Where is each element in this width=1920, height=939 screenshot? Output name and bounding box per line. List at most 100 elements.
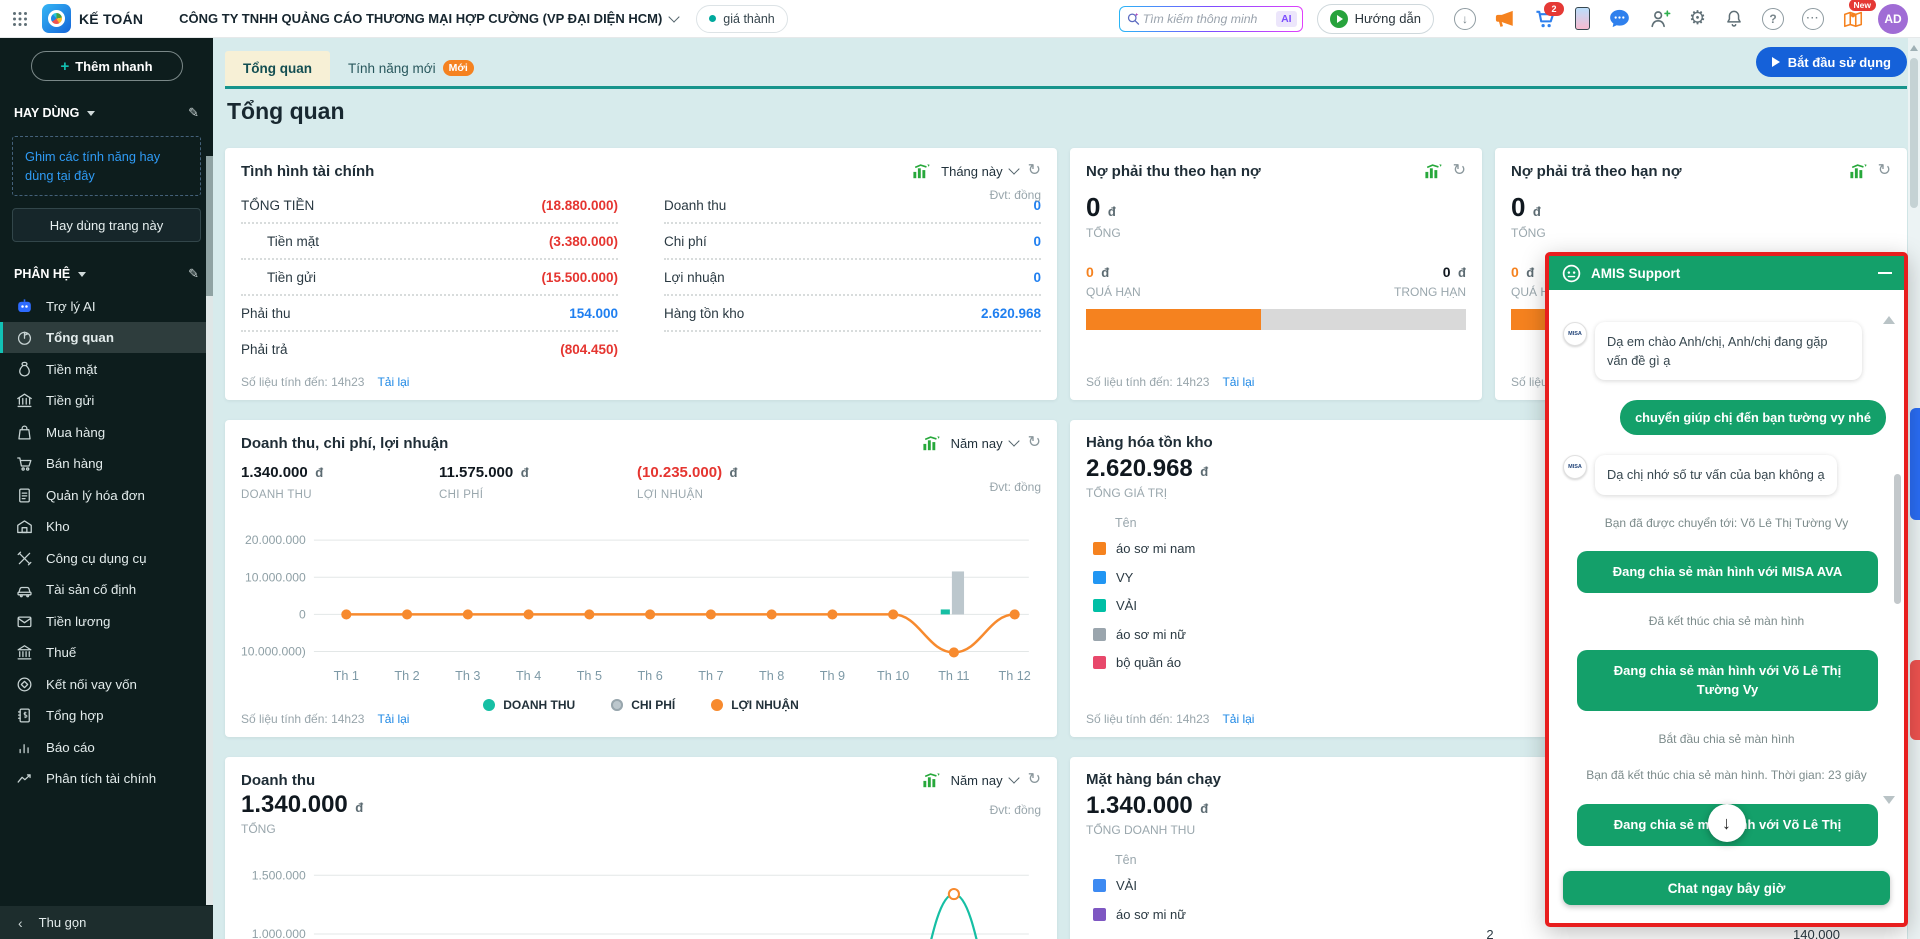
sidebar-item-report[interactable]: Báo cáo [0,731,213,763]
legend-label: LỢI NHUẬN [731,698,799,712]
company-selector[interactable]: CÔNG TY TNHH QUẢNG CÁO THƯƠNG MẠI HỢP CƯ… [179,11,678,26]
tab-new-features[interactable]: Tính năng mới Mới [330,50,492,86]
sidebar-item-invoice[interactable]: Quản lý hóa đơn [0,479,213,511]
chat-header[interactable]: AMIS Support [1549,256,1904,290]
finance-row-label: Phải thu [241,306,291,321]
app-logo-icon[interactable] [42,4,71,33]
sidebar-item-overview[interactable]: Tổng quan [0,322,213,354]
total-label: TỔNG [1086,226,1466,240]
context-tag-gia-thanh[interactable]: giá thành [696,5,787,33]
sidebar-item-tax[interactable]: Thuế [0,637,213,669]
minimize-icon[interactable] [1878,272,1892,275]
scroll-to-bottom-button[interactable]: ↓ [1708,804,1746,842]
total-amount: 0 đ TỔNG [1511,192,1891,240]
finance-row: Doanh thu0 [664,188,1041,224]
refresh-icon[interactable]: ↻ [1453,163,1466,179]
collapse-sidebar-button[interactable]: ‹ Thu gọn [0,906,213,939]
sidebar-item-general-ledger[interactable]: Tổng hợp [0,700,213,732]
gear-icon[interactable]: ⚙ [1689,7,1706,30]
reload-link[interactable]: Tải lại [1222,375,1254,389]
sidebar-item-cash[interactable]: Tiền mặt [0,353,213,385]
chart-type-icon[interactable] [1424,162,1443,180]
sidebar-item-warehouse[interactable]: Kho [0,511,213,543]
hidden-floating-button-red[interactable] [1910,660,1920,740]
play-icon [1772,57,1780,67]
map-guide-icon[interactable]: New [1842,8,1864,29]
sidebar-item-analysis[interactable]: Phân tích tài chính [0,763,213,795]
pin-hint-box[interactable]: Ghim các tính năng hay dùng tại đây [12,136,201,196]
edit-pencil-icon[interactable]: ✎ [188,266,199,282]
finance-row-value: 0 [1033,270,1041,285]
sidebar-item-bank-deposit[interactable]: Tiền gửi [0,385,213,417]
refresh-icon[interactable]: ↻ [1028,435,1041,451]
finance-row-value: 154.000 [569,306,618,321]
chart-legend-item[interactable]: CHI PHÍ [611,698,675,712]
reload-link[interactable]: Tải lại [377,375,409,389]
guide-button[interactable]: Hướng dẫn [1317,4,1434,34]
finance-row-label: Tiền mặt [241,234,319,249]
sidebar-item-ai-assistant[interactable]: Trợ lý AI [0,290,213,322]
cart-icon[interactable]: 2 [1534,8,1557,29]
quick-add-button[interactable]: + Thêm nhanh [31,51,183,81]
amis-support-chat-panel: AMIS Support MISADạ em chào Anh/chị, Anh… [1545,252,1908,927]
sidebar-item-tools[interactable]: Công cụ dụng cụ [0,542,213,574]
chevron-down-icon [87,111,95,116]
chat-message-share[interactable]: Đang chia sẻ màn hình với Võ Lê Thị Tườn… [1577,650,1878,711]
more-options-icon[interactable]: ··· [1802,8,1824,30]
finance-row-label: Hàng tồn kho [664,306,744,321]
megaphone-icon[interactable] [1494,9,1516,29]
chat-message-share[interactable]: Đang chia sẻ màn hình với MISA AVA [1577,551,1878,593]
chat-scrollbar-thumb[interactable] [1894,474,1901,604]
scroll-down-icon[interactable] [1883,796,1895,804]
use-this-page-button[interactable]: Hay dùng trang này [12,208,201,242]
period-dropdown[interactable]: Tháng này [941,164,1017,179]
reload-link[interactable]: Tải lại [1222,712,1254,726]
sidebar-item-salary[interactable]: Tiền lương [0,605,213,637]
chart-legend-item[interactable]: DOANH THU [483,698,575,712]
chart-type-icon[interactable] [922,434,941,452]
tab-overview[interactable]: Tổng quan [225,51,330,86]
legend-label: VẢI [1116,598,1137,613]
refresh-icon[interactable]: ↻ [1878,163,1891,179]
scrollbar-thumb[interactable] [1910,58,1918,208]
start-using-button[interactable]: Bắt đầu sử dụng [1756,47,1907,77]
scroll-up-icon[interactable] [1883,316,1895,324]
period-dropdown[interactable]: Năm nay [951,436,1018,451]
sidebar-scrollbar[interactable] [206,156,213,905]
chart-type-icon[interactable] [922,771,941,789]
modules-section-header[interactable]: PHÂN HỆ ✎ [14,266,199,282]
add-user-icon[interactable] [1649,8,1671,29]
total-value: 2.620.968 [1086,455,1193,482]
avatar[interactable]: AD [1878,4,1908,34]
hidden-floating-button-blue[interactable] [1910,408,1920,520]
period-dropdown[interactable]: Năm nay [951,773,1018,788]
mobile-app-icon[interactable] [1575,7,1590,30]
chart-type-icon[interactable] [1849,162,1868,180]
total-value: 0 [1511,192,1525,222]
sidebar-item-fixed-asset[interactable]: Tài sản cố định [0,574,213,606]
profit-chart[interactable]: 20.000.00010.000.0000(10.000.000)Th 1Th … [241,532,1041,684]
help-icon[interactable]: ? [1762,8,1784,30]
refresh-icon[interactable]: ↻ [1028,772,1041,788]
revenue-chart[interactable]: 1.500.0001.000.000 [241,857,1041,939]
bell-icon[interactable] [1724,8,1744,29]
smart-search-box[interactable]: AI [1119,6,1303,32]
sidebar-item-purchase[interactable]: Mua hàng [0,416,213,448]
search-input[interactable] [1141,11,1263,27]
scrollbar-up-arrow-icon[interactable] [1910,45,1918,51]
frequently-used-section-header[interactable]: HAY DÙNG ✎ [14,105,199,121]
sidebar-item-loan[interactable]: Kết nối vay vốn [0,668,213,700]
app-launcher-grid-icon[interactable] [12,11,28,27]
chat-messages[interactable]: MISADạ em chào Anh/chị, Anh/chị đang gặp… [1549,290,1904,856]
chat-now-button[interactable]: Chat ngay bây giờ [1563,871,1890,905]
reload-link[interactable]: Tải lại [377,712,409,726]
sidebar-item-sales[interactable]: Bán hàng [0,448,213,480]
refresh-icon[interactable]: ↻ [1028,163,1041,179]
chat-bubble-icon[interactable] [1608,8,1631,29]
chart-legend-item[interactable]: LỢI NHUẬN [711,698,799,712]
download-icon[interactable]: ↓ [1454,8,1476,30]
edit-pencil-icon[interactable]: ✎ [188,105,199,121]
total-label: TỔNG [241,822,1041,836]
chart-type-icon[interactable] [912,162,931,180]
finance-row-value: (804.450) [560,342,618,357]
